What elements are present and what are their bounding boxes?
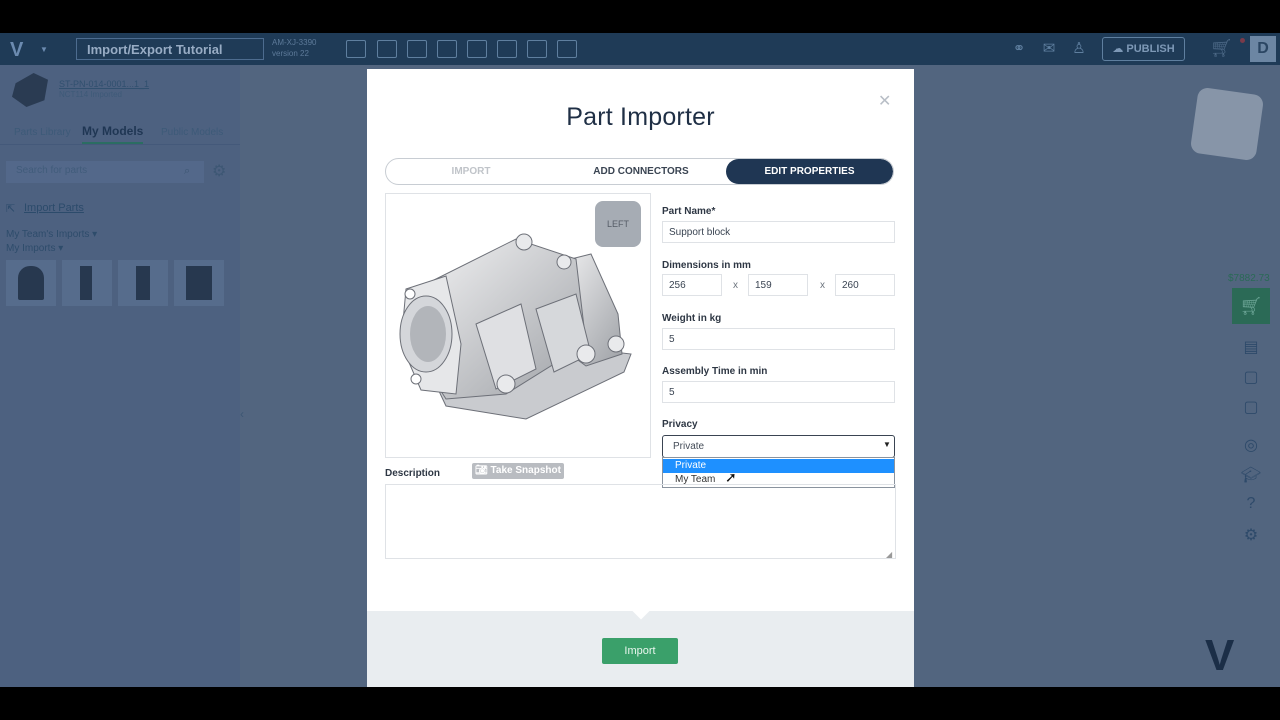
sheet-icon[interactable]: [497, 40, 517, 58]
calendar-icon[interactable]: ▤: [1240, 337, 1262, 357]
part-shape: [136, 266, 150, 300]
my-imports-group[interactable]: My Imports ▾: [6, 243, 63, 254]
resize-handle-icon[interactable]: ◢: [886, 550, 892, 559]
description-field[interactable]: [385, 484, 896, 559]
dimension-x-field[interactable]: 256: [662, 274, 722, 296]
project-version: version 22: [272, 49, 309, 58]
weight-field[interactable]: 5: [662, 328, 895, 350]
project-id: AM-XJ-3390: [272, 38, 317, 47]
dimension-y-field[interactable]: 159: [748, 274, 808, 296]
dimension-z-field[interactable]: 260: [835, 274, 895, 296]
privacy-option-private[interactable]: Private: [663, 459, 894, 473]
part-status-prefix: NCT114: [59, 90, 89, 99]
search-icon[interactable]: ⌕: [184, 165, 190, 178]
part-shape: [18, 266, 44, 300]
close-icon[interactable]: ✕: [878, 91, 891, 111]
app-screen: V ▼ Import/Export Tutorial AM-XJ-3390 ve…: [0, 33, 1280, 687]
layers-icon[interactable]: ▢: [1240, 397, 1262, 417]
tab-add-connectors[interactable]: ADD CONNECTORS: [556, 159, 726, 184]
tab-edit-properties[interactable]: EDIT PROPERTIES: [726, 159, 893, 184]
snapshot-label: Take Snapshot: [490, 465, 561, 476]
part-id-link[interactable]: ST-PN-014-0001...1_1: [59, 79, 149, 89]
settings-cube-icon[interactable]: [527, 40, 547, 58]
nav-cube[interactable]: LEFT: [595, 201, 641, 247]
dimensions-label: Dimensions in mm: [662, 260, 751, 271]
take-snapshot-button[interactable]: 📷︎ Take Snapshot: [472, 463, 564, 479]
tab-public-models[interactable]: Public Models: [161, 127, 223, 138]
logo-caret-icon[interactable]: ▼: [40, 45, 48, 54]
part-shape: [80, 266, 92, 300]
list-item[interactable]: [174, 260, 224, 306]
branch-icon[interactable]: [407, 40, 427, 58]
privacy-label: Privacy: [662, 419, 698, 430]
part-thumbnail: [12, 73, 48, 107]
publish-button[interactable]: ☁ PUBLISH: [1102, 37, 1185, 61]
publish-label: PUBLISH: [1126, 43, 1175, 55]
open-folder-icon[interactable]: [346, 40, 366, 58]
comment-icon[interactable]: ✉: [1039, 39, 1059, 59]
collapse-panel-icon[interactable]: ‹: [240, 407, 244, 421]
brand-logo: V: [1205, 631, 1235, 680]
assembly-time-label: Assembly Time in min: [662, 366, 768, 377]
avatar[interactable]: D: [1250, 36, 1276, 62]
dimension-separator: x: [733, 280, 738, 291]
view-cube[interactable]: [1189, 86, 1265, 162]
tab-import[interactable]: IMPORT: [386, 159, 556, 184]
gear-icon[interactable]: ⚙: [212, 161, 226, 181]
top-bar: V ▼ Import/Export Tutorial AM-XJ-3390 ve…: [0, 33, 1280, 65]
part-status-value: Imported: [90, 90, 123, 99]
list-item[interactable]: [62, 260, 112, 306]
left-tabs: Parts Library My Models Public Models: [0, 117, 240, 145]
team-imports-group[interactable]: My Team's Imports ▾: [6, 229, 97, 240]
support-icon[interactable]: ◎: [1240, 435, 1262, 455]
chevron-down-icon[interactable]: ▼: [883, 440, 891, 449]
import-parts-link[interactable]: Import Parts: [24, 202, 84, 214]
help-icon[interactable]: ?: [1240, 495, 1262, 513]
assembly-time-field[interactable]: 5: [662, 381, 895, 403]
part-shape: [186, 266, 212, 300]
project-title[interactable]: Import/Export Tutorial: [76, 38, 264, 60]
tool-icon[interactable]: ▢: [1240, 367, 1262, 387]
dimension-separator: x: [820, 280, 825, 291]
privacy-select[interactable]: Private: [662, 435, 895, 458]
search-input[interactable]: Search for parts: [6, 161, 204, 183]
app-logo[interactable]: V: [10, 39, 23, 62]
importer-tabs: IMPORT ADD CONNECTORS EDIT PROPERTIES: [385, 158, 894, 185]
project-meta: AM-XJ-3390 version 22: [272, 37, 316, 59]
user-add-icon[interactable]: ♙: [1069, 39, 1089, 59]
part-name-label: Part Name*: [662, 206, 716, 217]
cart-button[interactable]: 🛒︎: [1232, 288, 1270, 324]
link-icon[interactable]: ⚭: [1009, 39, 1029, 59]
document-icon[interactable]: [467, 40, 487, 58]
part-status: NCT114 Imported: [59, 90, 122, 99]
weight-label: Weight in kg: [662, 313, 722, 324]
import-button[interactable]: Import: [602, 638, 678, 664]
modal-title: Part Importer: [566, 103, 715, 131]
save-icon[interactable]: [437, 40, 457, 58]
graduation-cap-icon[interactable]: 🎓︎: [1240, 465, 1262, 485]
part-importer-modal: Part Importer ✕ IMPORT ADD CONNECTORS ED…: [367, 69, 914, 687]
list-item[interactable]: [6, 260, 56, 306]
settings-icon[interactable]: ⚙: [1240, 525, 1262, 545]
tab-my-models[interactable]: My Models: [82, 124, 144, 144]
total-price: $7882.73: [1228, 273, 1270, 284]
list-item[interactable]: [118, 260, 168, 306]
tab-parts-library[interactable]: Parts Library: [14, 127, 71, 138]
description-label: Description: [385, 468, 441, 479]
left-panel: ST-PN-014-0001...1_1 NCT114 Imported Par…: [0, 65, 240, 687]
import-parts-icon[interactable]: ⇱: [6, 202, 15, 215]
gears-icon[interactable]: [557, 40, 577, 58]
part-name-field[interactable]: Support block: [662, 221, 895, 243]
cart-badge: [1240, 38, 1245, 43]
cart-icon[interactable]: 🛒︎: [1210, 38, 1233, 59]
import-icon[interactable]: [377, 40, 397, 58]
